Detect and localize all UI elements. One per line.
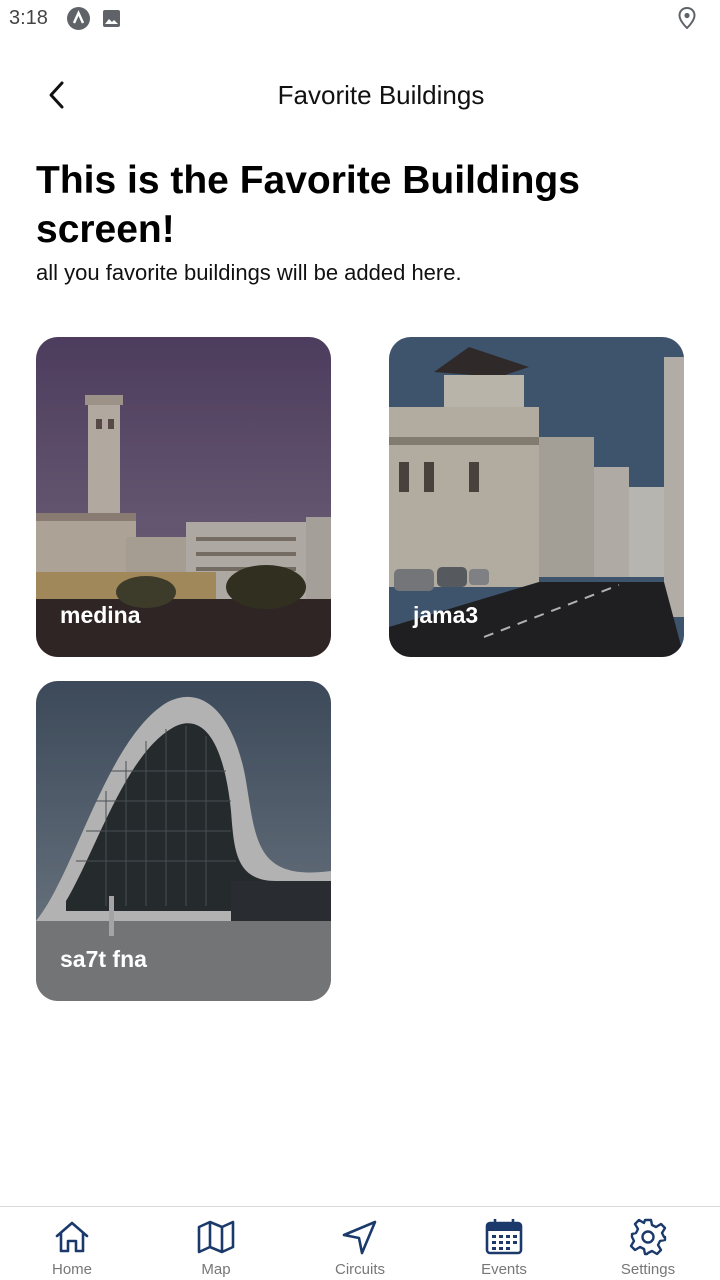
nav-label: Circuits: [334, 1261, 385, 1278]
screen-headline: This is the Favorite Buildings screen!: [36, 159, 580, 251]
navigation-arrow-icon: [342, 1220, 377, 1255]
nav-item-home[interactable]: Home: [0, 1207, 144, 1280]
building-name: medina: [60, 602, 141, 628]
building-card[interactable]: medina: [36, 337, 331, 657]
map-icon: [197, 1220, 235, 1254]
nav-label: Settings: [620, 1261, 676, 1278]
building-card[interactable]: sa7t fna: [36, 681, 331, 1001]
bottom-navigation: Home Map Circuits Events Settings: [0, 1206, 720, 1280]
app-a-icon: [67, 7, 90, 30]
app-bar: Favorite Buildings: [0, 60, 720, 130]
calendar-icon: [485, 1219, 523, 1255]
nav-item-settings[interactable]: Settings: [576, 1207, 720, 1280]
building-name: sa7t fna: [60, 946, 147, 972]
building-card[interactable]: jama3: [389, 337, 684, 657]
location-pin-icon: [677, 6, 697, 30]
status-bar: 3:18: [0, 0, 720, 36]
home-icon: [55, 1221, 89, 1253]
nav-item-map[interactable]: Map: [144, 1207, 288, 1280]
page-title: Favorite Buildings: [277, 80, 485, 110]
status-time: 3:18: [9, 7, 48, 29]
nav-item-circuits[interactable]: Circuits: [288, 1207, 432, 1280]
nav-label: Home: [51, 1261, 92, 1278]
nav-item-events[interactable]: Events: [432, 1207, 576, 1280]
screen-subtext: all you favorite buildings will be added…: [36, 260, 462, 285]
nav-label: Events: [481, 1261, 527, 1278]
gear-icon: [629, 1218, 667, 1256]
nav-label: Map: [201, 1261, 231, 1278]
building-name: jama3: [413, 602, 479, 628]
image-icon: [102, 9, 121, 28]
